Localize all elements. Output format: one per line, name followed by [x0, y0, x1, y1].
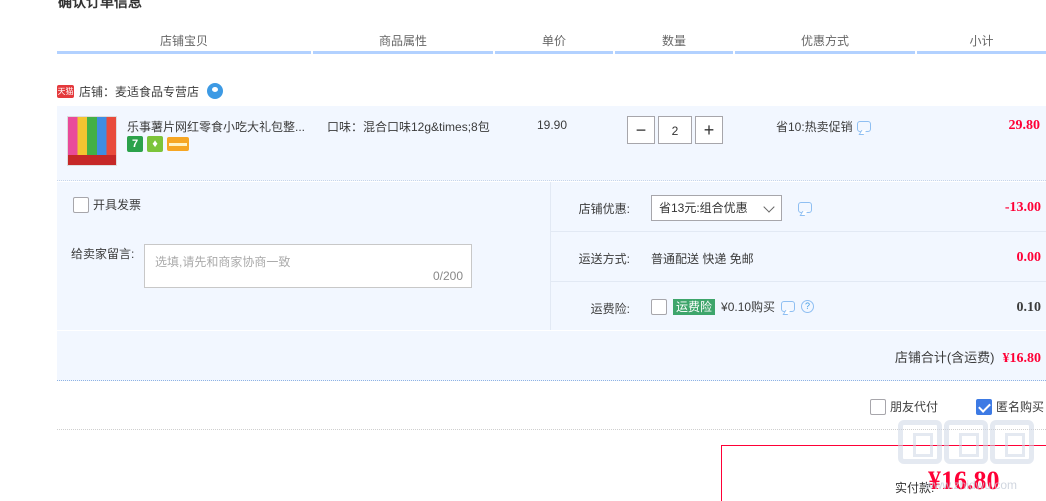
- shipping-method: 普通配送 快递 免邮: [651, 252, 754, 266]
- quantity-stepper: − 2 +: [627, 116, 723, 144]
- item-title[interactable]: 乐事薯片网红零食小吃大礼包整...: [127, 118, 313, 135]
- invoice-checkbox[interactable]: [73, 196, 89, 213]
- shop-discount-row: 店铺优惠: 省13元:组合优惠 -13.00: [551, 182, 1046, 232]
- anonymous-buy-option[interactable]: 匿名购买: [976, 398, 1044, 415]
- col-discount: 优惠方式: [735, 28, 915, 54]
- friend-pay-checkbox[interactable]: [870, 398, 886, 415]
- friend-pay-label: 朋友代付: [890, 400, 939, 414]
- promotion-text: 省10:热卖促销: [776, 120, 853, 134]
- decrease-quantity-button[interactable]: −: [627, 116, 655, 144]
- shop-name[interactable]: 店铺：麦适食品专营店: [79, 83, 199, 100]
- shop-discount-value: 省13元:组合优惠: [659, 201, 748, 215]
- quantity-input[interactable]: 2: [658, 116, 692, 144]
- help-icon[interactable]: ?: [801, 300, 815, 313]
- seller-message-input[interactable]: 选填,请先和商家协商一致 0/200: [144, 244, 472, 288]
- insurance-checkbox[interactable]: [651, 298, 667, 315]
- options-left: 开具发票 给卖家留言: 选填,请先和商家协商一致 0/200: [57, 182, 551, 330]
- shop-total-bar: 店铺合计(含运费) ¥16.80: [57, 331, 1046, 381]
- bulb-icon[interactable]: ♦: [147, 136, 163, 152]
- credit-card-icon[interactable]: [167, 137, 189, 151]
- watermark-glyph: [944, 420, 988, 464]
- seller-message-label: 给卖家留言:: [71, 247, 135, 261]
- insurance-tag: 运费险: [673, 298, 716, 315]
- shop-discount-label: 店铺优惠:: [578, 202, 630, 216]
- order-options-panel: 开具发票 给卖家留言: 选填,请先和商家协商一致 0/200 店铺优惠: 省13…: [57, 182, 1046, 330]
- item-unit-price: 19.90: [537, 118, 568, 132]
- wangwang-chat-icon[interactable]: [207, 83, 224, 99]
- insurance-option: 运费险 ¥0.10购买 ?: [651, 298, 815, 315]
- shop-discount-amount: -13.00: [1004, 200, 1041, 215]
- watermark-logo: [898, 420, 1034, 464]
- seven-day-return-icon[interactable]: 7: [127, 136, 143, 152]
- payment-options: 朋友代付 匿名购买: [870, 398, 1044, 415]
- item-service-icons: 7 ♦: [127, 136, 189, 152]
- shipping-label: 运送方式:: [578, 252, 630, 266]
- order-item-row: 乐事薯片网红零食小吃大礼包整... 7 ♦ 口味：混合口味12g&times;8…: [57, 106, 1046, 181]
- tmall-badge: 天猫: [57, 84, 74, 98]
- shop-total-value: ¥16.80: [1002, 351, 1042, 366]
- shop-total-label: 店铺合计(含运费): [894, 350, 995, 365]
- comment-icon[interactable]: [798, 202, 812, 213]
- shipping-amount: 0.00: [1016, 250, 1042, 265]
- insurance-row: 运费险: 运费险 ¥0.10购买 ? 0.10: [551, 282, 1046, 330]
- insurance-amount: 0.10: [1016, 300, 1042, 315]
- increase-quantity-button[interactable]: +: [695, 116, 723, 144]
- column-header: 店铺宝贝 商品属性 单价 数量 优惠方式 小计: [57, 28, 1046, 54]
- col-unit-price: 单价: [495, 28, 613, 54]
- watermark-text: www.zhidwu.com: [925, 478, 1018, 492]
- comment-icon[interactable]: [781, 301, 796, 312]
- comment-icon[interactable]: [856, 121, 871, 132]
- insurance-price: ¥0.10购买: [721, 300, 776, 314]
- item-subtotal: 29.80: [1008, 118, 1041, 133]
- options-right: 店铺优惠: 省13元:组合优惠 -13.00 运送方式: 普通配送 快递 免邮 …: [551, 182, 1046, 330]
- shop-discount-select[interactable]: 省13元:组合优惠: [651, 195, 782, 221]
- anonymous-buy-checkbox[interactable]: [976, 398, 993, 415]
- shop-line: 天猫 店铺：麦适食品专营店: [57, 82, 224, 100]
- col-item-props: 商品属性: [313, 28, 493, 54]
- col-subtotal: 小计: [917, 28, 1046, 54]
- shop-total: 店铺合计(含运费) ¥16.80: [895, 347, 1041, 367]
- friend-pay-option[interactable]: 朋友代付: [870, 398, 938, 415]
- invoice-label: 开具发票: [93, 198, 142, 212]
- col-quantity: 数量: [615, 28, 733, 54]
- chevron-down-icon: [763, 201, 775, 213]
- item-promotion: 省10:热卖促销: [776, 118, 871, 135]
- watermark-glyph: [990, 420, 1034, 464]
- invoice-option[interactable]: 开具发票: [73, 196, 141, 213]
- col-shop-item: 店铺宝贝: [57, 28, 311, 54]
- item-property: 口味：混合口味12g&times;8包: [327, 120, 490, 134]
- item-thumbnail[interactable]: [67, 116, 117, 166]
- section-title: 确认订单信息: [58, 0, 142, 10]
- anonymous-buy-label: 匿名购买: [996, 400, 1045, 414]
- watermark-glyph: [898, 420, 942, 464]
- seller-message-counter: 0/200: [432, 269, 463, 283]
- insurance-label: 运费险:: [590, 302, 630, 316]
- seller-message-placeholder: 选填,请先和商家协商一致: [155, 255, 291, 269]
- shipping-row: 运送方式: 普通配送 快递 免邮 0.00: [551, 232, 1046, 282]
